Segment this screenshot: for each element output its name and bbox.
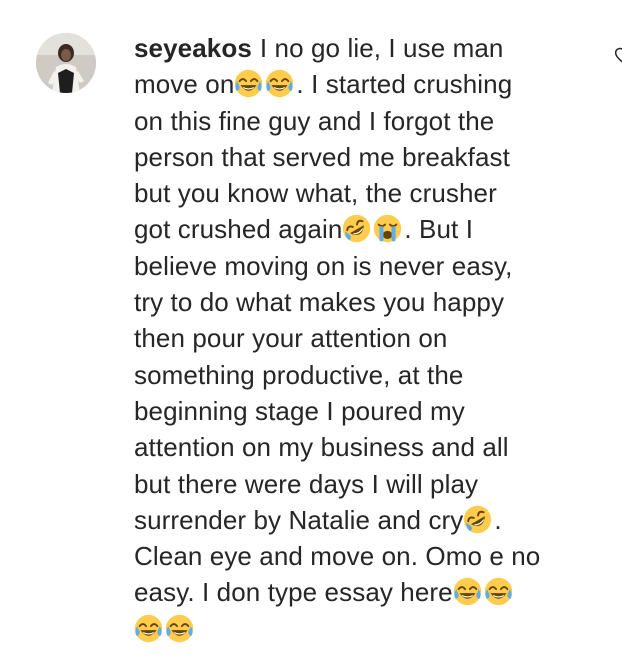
- comment-line-18: Clean eye and move on. Omo e no: [134, 541, 541, 572]
- face-with-tears-of-joy-icon: [484, 578, 512, 606]
- comment-line-4: on this fine guy and I forgot the: [134, 105, 495, 136]
- comment-line-2: move on: [134, 69, 235, 100]
- comment-line-1: I no go lie, I use man: [259, 33, 504, 63]
- loudly-crying-face-icon: [374, 215, 402, 243]
- comment-item: seyeakos I no go lie, I use man move on .…: [0, 0, 622, 666]
- face-with-tears-of-joy-icon: [266, 70, 294, 98]
- face-with-tears-of-joy-icon: [235, 70, 263, 98]
- comment-text: seyeakos I no go lie, I use man move on .…: [134, 30, 604, 647]
- comment-line-8: . But I: [404, 214, 474, 245]
- rolling-on-floor-laughing-icon: [464, 505, 492, 534]
- comment-line-11: then pour your attention on: [134, 323, 448, 354]
- comment-line-13: beginning stage I poured my: [134, 395, 465, 426]
- comment-line-10: try to do what makes you happy: [134, 287, 505, 318]
- heart-outline-icon[interactable]: [614, 46, 622, 66]
- comment-line-17: .: [494, 504, 502, 535]
- comment-line-9: believe moving on is never easy,: [134, 250, 513, 281]
- comment-line-6: but you know what, the crusher: [134, 178, 497, 209]
- rolling-on-floor-laughing-icon: [343, 215, 371, 243]
- avatar[interactable]: [36, 33, 96, 93]
- comment-line-15: but there were days I will play: [134, 468, 479, 499]
- comment-line-3: . I started crushing: [296, 69, 513, 100]
- comment-line-19: easy. I don type essay here: [134, 577, 453, 608]
- comment-line-5: person that served me breakfast: [134, 141, 510, 172]
- face-with-tears-of-joy-icon: [134, 614, 163, 642]
- face-with-tears-of-joy-icon: [453, 578, 481, 606]
- comment-line-14: attention on my business and all: [134, 432, 509, 463]
- comment-username[interactable]: seyeakos: [134, 33, 252, 63]
- avatar-image: [36, 33, 96, 93]
- face-with-tears-of-joy-icon: [165, 614, 194, 642]
- comment-line-12: something productive, at the: [134, 359, 464, 390]
- comment-line-16: surrender by Natalie and cry: [134, 504, 464, 535]
- comment-line-7: got crushed again: [134, 214, 343, 245]
